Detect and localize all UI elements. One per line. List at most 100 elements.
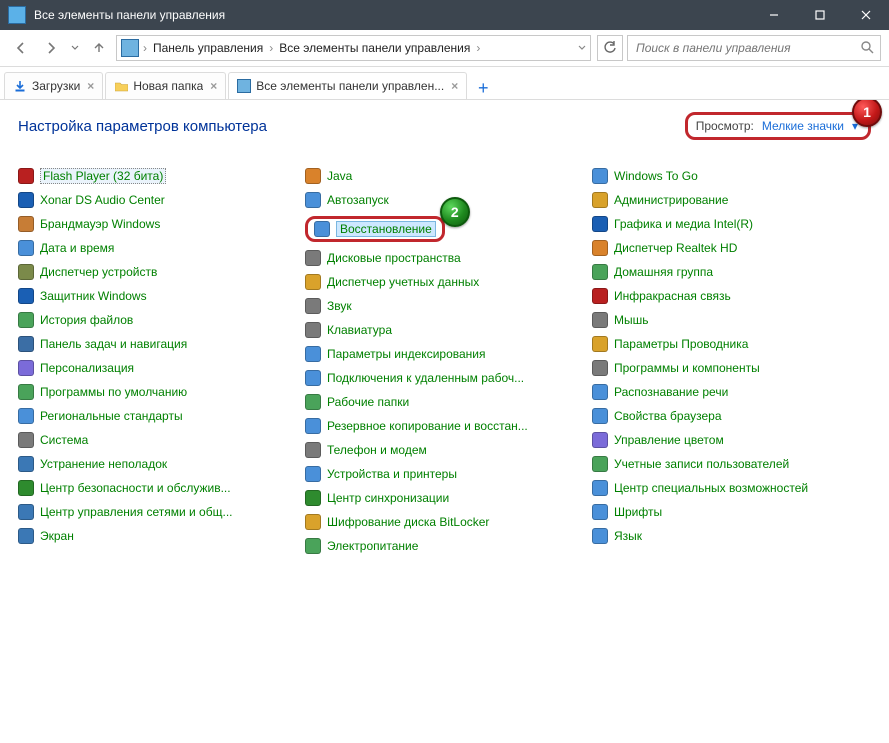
control-panel-item[interactable]: Центр синхронизации	[305, 490, 584, 506]
control-panel-item[interactable]: Центр специальных возможностей	[592, 480, 871, 496]
control-panel-item[interactable]: Брандмауэр Windows	[18, 216, 297, 232]
up-button[interactable]	[86, 35, 112, 61]
control-panel-item[interactable]: Свойства браузера	[592, 408, 871, 424]
tab-close-icon[interactable]: ×	[87, 79, 94, 93]
control-panel-item[interactable]: Java	[305, 168, 584, 184]
items-column: JavaАвтозапускВосстановление2Дисковые пр…	[305, 168, 584, 554]
control-panel-item[interactable]: Дисковые пространства	[305, 250, 584, 266]
item-label: Шрифты	[614, 505, 662, 519]
minimize-icon	[769, 10, 779, 20]
search-box[interactable]	[627, 35, 881, 61]
back-button[interactable]	[8, 35, 34, 61]
new-tab-button[interactable]: +	[469, 78, 497, 99]
item-icon	[305, 298, 321, 314]
control-panel-item[interactable]: Рабочие папки	[305, 394, 584, 410]
control-panel-item[interactable]: Графика и медиа Intel(R)	[592, 216, 871, 232]
minimize-button[interactable]	[751, 0, 797, 30]
chevron-down-icon	[71, 45, 79, 51]
breadcrumb-2[interactable]: Все элементы панели управления	[275, 41, 474, 55]
maximize-button[interactable]	[797, 0, 843, 30]
annotation-marker-2: 2	[440, 197, 470, 227]
control-panel-item[interactable]: Экран	[18, 528, 297, 544]
control-panel-item[interactable]: Телефон и модем	[305, 442, 584, 458]
control-panel-item[interactable]: Центр управления сетями и общ...	[18, 504, 297, 520]
control-panel-item[interactable]: Центр безопасности и обслужив...	[18, 480, 297, 496]
search-icon[interactable]	[860, 40, 874, 57]
control-panel-item[interactable]: Параметры Проводника	[592, 336, 871, 352]
item-label: Программы по умолчанию	[40, 385, 187, 399]
item-label: Рабочие папки	[327, 395, 409, 409]
item-label: Подключения к удаленным рабоч...	[327, 371, 524, 385]
control-panel-item[interactable]: Электропитание	[305, 538, 584, 554]
breadcrumb-sep: ›	[143, 41, 147, 55]
control-panel-item[interactable]: Система	[18, 432, 297, 448]
address-bar[interactable]: › Панель управления › Все элементы панел…	[116, 35, 591, 61]
control-panel-item[interactable]: Шрифты	[592, 504, 871, 520]
control-panel-item[interactable]: Управление цветом	[592, 432, 871, 448]
tab-downloads[interactable]: Загрузки ×	[4, 72, 103, 99]
chevron-down-icon[interactable]	[578, 45, 586, 51]
tab-close-icon[interactable]: ×	[451, 79, 458, 93]
control-panel-item[interactable]: Windows To Go	[592, 168, 871, 184]
control-panel-item[interactable]: Параметры индексирования	[305, 346, 584, 362]
forward-button[interactable]	[38, 35, 64, 61]
control-panel-item[interactable]: Язык	[592, 528, 871, 544]
item-label: Язык	[614, 529, 642, 543]
item-label: Устройства и принтеры	[327, 467, 457, 481]
control-panel-item[interactable]: Региональные стандарты	[18, 408, 297, 424]
control-panel-item[interactable]: Устранение неполадок	[18, 456, 297, 472]
item-label: Электропитание	[327, 539, 418, 553]
item-label: Устранение неполадок	[40, 457, 167, 471]
control-panel-item[interactable]: Клавиатура	[305, 322, 584, 338]
control-panel-item[interactable]: Распознавание речи	[592, 384, 871, 400]
control-panel-item[interactable]: Администрирование	[592, 192, 871, 208]
item-icon	[305, 538, 321, 554]
tab-new-folder[interactable]: Новая папка ×	[105, 72, 226, 99]
item-icon	[305, 274, 321, 290]
control-panel-item[interactable]: Звук	[305, 298, 584, 314]
control-panel-item[interactable]: Xonar DS Audio Center	[18, 192, 297, 208]
control-panel-item[interactable]: Учетные записи пользователей	[592, 456, 871, 472]
control-panel-item[interactable]: Диспетчер учетных данных	[305, 274, 584, 290]
content-header: Настройка параметров компьютера Просмотр…	[18, 112, 871, 140]
search-input[interactable]	[634, 40, 860, 56]
control-panel-item[interactable]: Устройства и принтеры	[305, 466, 584, 482]
item-icon	[18, 312, 34, 328]
tab-control-panel[interactable]: Все элементы панели управлен... ×	[228, 72, 467, 99]
control-panel-item[interactable]: История файлов	[18, 312, 297, 328]
control-panel-item[interactable]: Мышь	[592, 312, 871, 328]
view-selector[interactable]: Просмотр: Мелкие значки ▾ 1	[685, 112, 871, 140]
item-icon	[18, 336, 34, 352]
item-icon	[18, 480, 34, 496]
control-panel-item[interactable]: Инфракрасная связь	[592, 288, 871, 304]
control-panel-item[interactable]: Защитник Windows	[18, 288, 297, 304]
control-panel-item[interactable]: Подключения к удаленным рабоч...	[305, 370, 584, 386]
control-panel-item[interactable]: Программы и компоненты	[592, 360, 871, 376]
item-icon	[18, 360, 34, 376]
control-panel-item[interactable]: Домашняя группа	[592, 264, 871, 280]
close-button[interactable]	[843, 0, 889, 30]
recent-dropdown[interactable]	[68, 35, 82, 61]
control-panel-item[interactable]: Диспетчер устройств	[18, 264, 297, 280]
item-label: Параметры индексирования	[327, 347, 485, 361]
control-panel-item[interactable]: Дата и время	[18, 240, 297, 256]
item-label: Защитник Windows	[40, 289, 147, 303]
control-panel-item[interactable]: Восстановление2	[305, 216, 445, 242]
up-arrow-icon	[91, 40, 107, 56]
item-label: Диспетчер учетных данных	[327, 275, 479, 289]
control-panel-item[interactable]: Программы по умолчанию	[18, 384, 297, 400]
control-panel-item[interactable]: Резервное копирование и восстан...	[305, 418, 584, 434]
tab-close-icon[interactable]: ×	[210, 79, 217, 93]
refresh-button[interactable]	[597, 35, 623, 61]
control-panel-item[interactable]: Диспетчер Realtek HD	[592, 240, 871, 256]
breadcrumb-1[interactable]: Панель управления	[149, 41, 267, 55]
item-label: Инфракрасная связь	[614, 289, 731, 303]
item-label: Диспетчер устройств	[40, 265, 157, 279]
item-icon	[592, 504, 608, 520]
item-icon	[18, 240, 34, 256]
control-panel-item[interactable]: Персонализация	[18, 360, 297, 376]
control-panel-item[interactable]: Панель задач и навигация	[18, 336, 297, 352]
control-panel-item[interactable]: Шифрование диска BitLocker	[305, 514, 584, 530]
control-panel-item[interactable]: Flash Player (32 бита)	[18, 168, 297, 184]
app-icon	[8, 6, 26, 24]
